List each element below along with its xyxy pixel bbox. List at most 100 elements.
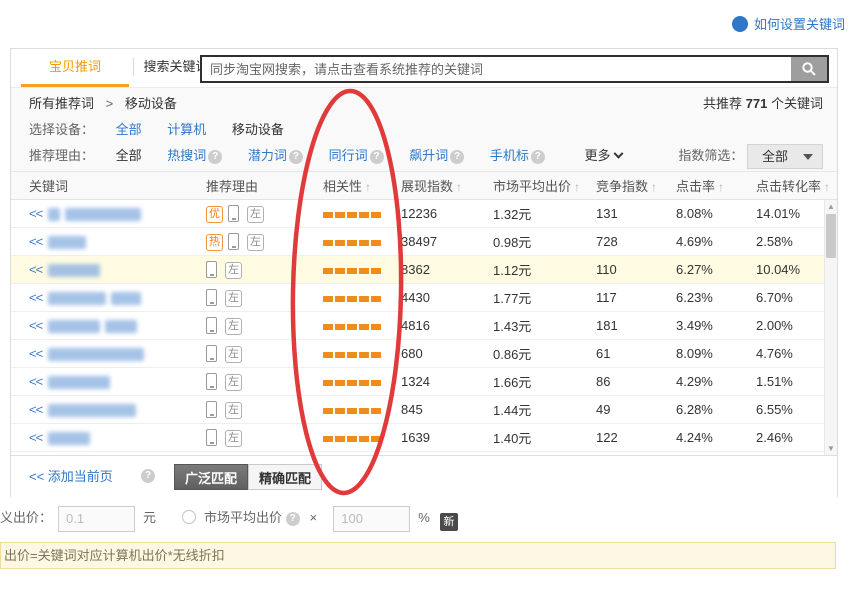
keyword-redacted xyxy=(48,234,91,249)
bid-label: 义出价： xyxy=(0,510,52,525)
phone-icon xyxy=(228,233,239,250)
help-link-label: 如何设置关键词 xyxy=(754,14,845,33)
keyword-prefix: << xyxy=(29,374,42,389)
avg-price-value: 1.40元 xyxy=(493,428,596,447)
col-cvr[interactable]: 点击转化率↑ xyxy=(756,176,837,195)
help-icon[interactable]: ? xyxy=(370,150,384,164)
percent-input[interactable] xyxy=(333,506,410,532)
table-row[interactable]: << 左 845 1.44元 49 6.28% 6.55% xyxy=(11,396,837,424)
left-position-badge: 左 xyxy=(225,430,242,447)
phone-icon xyxy=(228,205,239,222)
competition-value: 86 xyxy=(596,374,676,389)
device-option-pc[interactable]: 计算机 xyxy=(167,122,206,137)
ctr-value: 8.09% xyxy=(676,346,756,361)
reason-option-rising[interactable]: 飙升词 xyxy=(409,148,448,163)
phone-icon xyxy=(206,401,217,418)
device-option-mobile[interactable]: 移动设备 xyxy=(232,122,284,137)
col-competition[interactable]: 竞争指数↑ xyxy=(596,176,676,195)
keyword-redacted xyxy=(48,318,142,333)
left-position-badge: 左 xyxy=(247,234,264,251)
help-icon[interactable]: ? xyxy=(208,150,222,164)
impression-value: 12236 xyxy=(401,206,493,221)
phone-icon xyxy=(206,317,217,334)
broad-match-button[interactable]: 广泛匹配 xyxy=(174,464,248,490)
notice-text: 出价=关键词对应计算机出价*无线折扣 xyxy=(4,548,225,563)
sort-arrow-icon[interactable]: ↑ xyxy=(824,180,830,194)
market-avg-price-radio[interactable] xyxy=(182,510,196,524)
percent-sign: % xyxy=(418,510,430,525)
table-scrollbar[interactable]: ▲ ▼ xyxy=(824,200,837,455)
tab-product-keywords[interactable]: 宝贝推词 xyxy=(21,49,129,84)
ctr-value: 6.27% xyxy=(676,262,756,277)
impression-value: 1324 xyxy=(401,374,493,389)
relevance-bars xyxy=(323,262,383,277)
table-row[interactable]: << 左 4816 1.43元 181 3.49% 2.00% xyxy=(11,312,837,340)
keyword-redacted xyxy=(48,262,105,277)
scrollbar-thumb[interactable] xyxy=(826,214,836,258)
new-badge: 新 xyxy=(440,513,458,531)
dropdown-arrow-icon xyxy=(803,154,813,160)
help-icon[interactable]: ? xyxy=(450,150,464,164)
col-relevance[interactable]: 相关性↑ xyxy=(323,176,401,195)
reason-option-all[interactable]: 全部 xyxy=(116,148,142,163)
table-row-highlighted[interactable]: << 左 8362 1.12元 110 6.27% 10.04% xyxy=(11,256,837,284)
keyword-search-input[interactable] xyxy=(202,57,790,81)
keyword-prefix: << xyxy=(29,206,42,221)
left-position-badge: 左 xyxy=(225,346,242,363)
sort-arrow-icon[interactable]: ↑ xyxy=(574,180,580,194)
search-button[interactable] xyxy=(791,57,827,81)
competition-value: 110 xyxy=(596,262,676,277)
keyword-prefix: << xyxy=(29,346,42,361)
avg-price-value: 0.86元 xyxy=(493,344,596,363)
sort-arrow-icon[interactable]: ↑ xyxy=(718,180,724,194)
bid-unit: 元 xyxy=(143,510,156,525)
relevance-bars xyxy=(323,430,383,445)
keyword-redacted xyxy=(48,290,146,305)
how-to-set-keywords-link[interactable]: ? 如何设置关键词 xyxy=(732,14,845,33)
sort-arrow-icon[interactable]: ↑ xyxy=(456,180,462,194)
impression-value: 38497 xyxy=(401,234,493,249)
scrollbar-down-icon[interactable]: ▼ xyxy=(825,444,837,453)
relevance-bars xyxy=(323,206,383,221)
reason-option-peer[interactable]: 同行词 xyxy=(329,148,368,163)
relevance-bars xyxy=(323,346,383,361)
col-impression[interactable]: 展现指数↑ xyxy=(401,176,493,195)
add-current-page-link[interactable]: << 添加当前页 xyxy=(29,466,113,485)
col-reason[interactable]: 推荐理由 xyxy=(206,176,323,195)
impression-value: 845 xyxy=(401,402,493,417)
table-row[interactable]: << 左 1324 1.66元 86 4.29% 1.51% xyxy=(11,368,837,396)
total-prefix: 共推荐 xyxy=(703,96,742,111)
col-avg-price[interactable]: 市场平均出价↑ xyxy=(493,176,596,195)
table-row[interactable]: << 左 680 0.86元 61 8.09% 4.76% xyxy=(11,340,837,368)
help-icon[interactable]: ? xyxy=(531,150,545,164)
table-row[interactable]: << 热左 38497 0.98元 728 4.69% 2.58% xyxy=(11,228,837,256)
table-row[interactable]: << 左 4430 1.77元 117 6.23% 6.70% xyxy=(11,284,837,312)
help-icon[interactable]: ? xyxy=(289,150,303,164)
exact-match-button[interactable]: 精确匹配 xyxy=(248,464,322,490)
ctr-value: 4.24% xyxy=(676,430,756,445)
help-icon[interactable]: ? xyxy=(141,469,155,483)
ctr-value: 3.49% xyxy=(676,318,756,333)
col-keyword[interactable]: 关键词 xyxy=(29,176,206,195)
scrollbar-up-icon[interactable]: ▲ xyxy=(825,202,837,211)
impression-value: 8362 xyxy=(401,262,493,277)
table-row[interactable]: << 左 1639 1.40元 122 4.24% 2.46% xyxy=(11,424,837,452)
table-row[interactable]: << 优左 12236 1.32元 131 8.08% 14.01% xyxy=(11,200,837,228)
custom-bid-input[interactable] xyxy=(58,506,135,532)
table-header: 关键词 推荐理由 相关性↑ 展现指数↑ 市场平均出价↑ 竞争指数↑ 点击率↑ 点… xyxy=(11,171,837,200)
magnifier-icon xyxy=(801,61,817,77)
reason-option-potential[interactable]: 潜力词 xyxy=(248,148,287,163)
more-filters-link[interactable]: 更多 xyxy=(584,148,621,163)
help-icon[interactable]: ? xyxy=(286,512,300,526)
index-filter-dropdown[interactable]: 全部 xyxy=(747,144,823,169)
sort-arrow-icon[interactable]: ↑ xyxy=(365,180,371,194)
reason-option-hot[interactable]: 热搜词 xyxy=(167,148,206,163)
breadcrumb-root[interactable]: 所有推荐词 xyxy=(29,96,94,111)
competition-value: 728 xyxy=(596,234,676,249)
help-icon: ? xyxy=(732,16,748,32)
sort-arrow-icon[interactable]: ↑ xyxy=(651,180,657,194)
reason-option-phone-tag[interactable]: 手机标 xyxy=(490,148,529,163)
multiply-sign: × xyxy=(310,510,318,525)
col-ctr[interactable]: 点击率↑ xyxy=(676,176,756,195)
device-option-all[interactable]: 全部 xyxy=(116,122,142,137)
